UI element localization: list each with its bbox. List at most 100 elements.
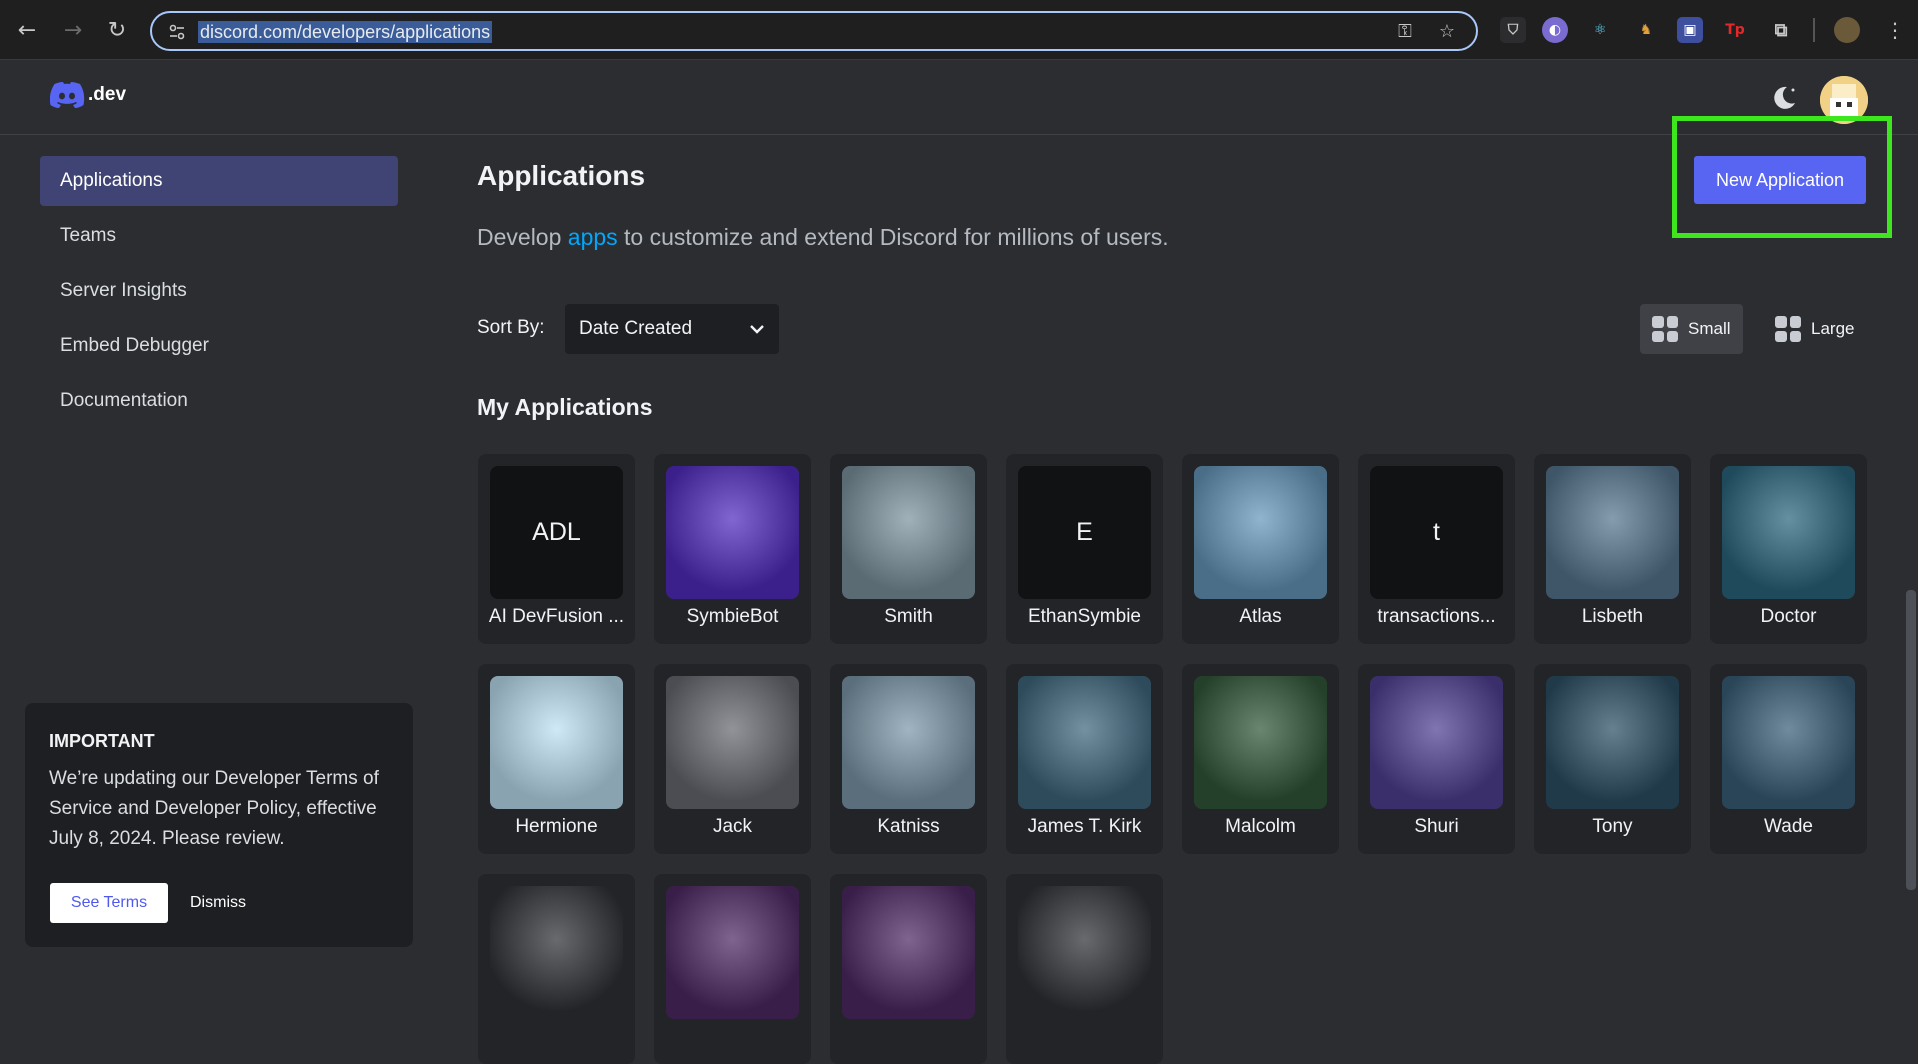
sidebar-item-embed-debugger[interactable]: Embed Debugger — [40, 321, 398, 371]
ghost-extension-icon[interactable]: ◐ — [1542, 17, 1568, 43]
page-title: Applications — [477, 160, 646, 191]
kebab-menu-icon[interactable]: ⋮ — [1878, 13, 1912, 47]
app-card[interactable]: t transactions... — [1358, 454, 1515, 644]
reload-icon[interactable]: ↻ — [100, 13, 134, 47]
back-icon[interactable]: ← — [10, 13, 44, 47]
sidebar-item-documentation[interactable]: Documentation — [40, 376, 398, 426]
see-terms-button[interactable]: See Terms — [50, 883, 168, 923]
page-scrollbar[interactable] — [1906, 590, 1916, 890]
app-name: SymbieBot — [686, 606, 779, 627]
app-name: Jack — [712, 816, 753, 837]
app-initials: E — [1076, 518, 1093, 546]
logo-text: .dev — [88, 84, 127, 105]
url-text[interactable]: discord.com/developers/applications — [198, 21, 493, 43]
site-header: .dev — [0, 60, 1918, 135]
browser-toolbar: ← → ↻ discord.com/developers/application… — [0, 0, 1918, 60]
sidebar-item-applications[interactable]: Applications — [40, 156, 398, 206]
app-icon — [666, 676, 799, 809]
app-name: transactions... — [1377, 606, 1496, 627]
app-name: Hermione — [515, 816, 598, 837]
shield-extension-icon[interactable]: ⛉ — [1500, 17, 1526, 43]
camel-extension-icon[interactable]: ♞ — [1633, 17, 1659, 43]
apps-link[interactable]: apps — [568, 224, 618, 250]
sidebar-item-teams[interactable]: Teams — [40, 211, 398, 261]
app-card[interactable]: Hermione — [478, 664, 635, 854]
tp-extension-icon[interactable]: Tp — [1722, 17, 1748, 43]
app-name: James T. Kirk — [1027, 816, 1142, 837]
app-card[interactable]: Katniss — [830, 664, 987, 854]
app-icon — [666, 886, 799, 1019]
subtitle-text-end: to customize and extend Discord for mill… — [617, 224, 1169, 250]
app-card[interactable]: SymbieBot — [654, 454, 811, 644]
app-icon — [490, 676, 623, 809]
app-icon — [842, 676, 975, 809]
subtitle-text-start: Develop — [477, 224, 568, 250]
app-card[interactable]: Jack — [654, 664, 811, 854]
app-card[interactable]: Atlas — [1182, 454, 1339, 644]
profile-avatar[interactable] — [1834, 17, 1860, 43]
app-icon — [1018, 676, 1151, 809]
app-card[interactable]: Tony — [1534, 664, 1691, 854]
app-card[interactable]: Smith — [830, 454, 987, 644]
app-card[interactable]: Malcolm — [1182, 664, 1339, 854]
app-icon: E — [1018, 466, 1151, 599]
extensions-puzzle-icon[interactable]: ⧉ — [1768, 17, 1794, 43]
app-icon — [666, 466, 799, 599]
app-icon — [1546, 466, 1679, 599]
sort-by-value: Date Created — [579, 318, 693, 339]
app-icon — [1370, 676, 1503, 809]
view-small-label: Small — [1688, 319, 1731, 338]
app-name: Shuri — [1414, 816, 1459, 837]
toolbar-divider — [1813, 18, 1815, 42]
app-card[interactable]: Shuri — [1358, 664, 1515, 854]
app-icon — [490, 886, 623, 1019]
app-card[interactable]: James T. Kirk — [1006, 664, 1163, 854]
app-icon: t — [1370, 466, 1503, 599]
notice-title: IMPORTANT — [49, 731, 155, 751]
app-name: Wade — [1764, 816, 1813, 837]
app-card[interactable]: Lisbeth — [1534, 454, 1691, 644]
bookmark-star-icon[interactable]: ☆ — [1436, 21, 1458, 43]
page-subtitle: Develop apps to customize and extend Dis… — [477, 224, 1169, 251]
app-name: Lisbeth — [1581, 606, 1644, 627]
app-name: EthanSymbie — [1027, 606, 1141, 627]
notice-body: We’re updating our Developer Terms of Se… — [49, 768, 379, 849]
grid-small-icon — [1652, 316, 1678, 342]
discord-dev-logo[interactable]: .dev — [50, 82, 126, 108]
app-card[interactable]: Doctor — [1710, 454, 1867, 644]
app-name: Smith — [884, 606, 933, 627]
important-notice: IMPORTANT We’re updating our Developer T… — [25, 703, 413, 947]
app-card[interactable] — [654, 874, 811, 1064]
app-icon — [1722, 676, 1855, 809]
view-small-button[interactable]: Small — [1640, 304, 1743, 354]
app-card[interactable] — [1006, 874, 1163, 1064]
site-settings-icon[interactable] — [168, 23, 186, 41]
screen-extension-icon[interactable]: ▣ — [1677, 17, 1703, 43]
moon-icon[interactable] — [1770, 84, 1798, 112]
app-icon — [1018, 886, 1151, 1019]
sidebar-item-server-insights[interactable]: Server Insights — [40, 266, 398, 316]
app-card[interactable] — [830, 874, 987, 1064]
dismiss-button[interactable]: Dismiss — [190, 883, 246, 923]
app-name: Tony — [1592, 816, 1633, 837]
app-card[interactable] — [478, 874, 635, 1064]
app-card[interactable]: ADL AI DevFusion ... — [478, 454, 635, 644]
app-initials: t — [1433, 518, 1440, 546]
sort-by-label: Sort By: — [477, 317, 545, 338]
react-extension-icon[interactable]: ⚛ — [1587, 17, 1613, 43]
app-card[interactable]: Wade — [1710, 664, 1867, 854]
view-large-button[interactable]: Large — [1763, 304, 1866, 354]
forward-icon[interactable]: → — [56, 13, 90, 47]
app-name: Malcolm — [1225, 816, 1296, 837]
key-icon[interactable]: ⚿ — [1394, 21, 1416, 43]
app-icon — [1546, 676, 1679, 809]
view-large-label: Large — [1811, 319, 1855, 338]
sort-by-select[interactable]: Date Created — [565, 304, 779, 354]
app-name: AI DevFusion ... — [488, 606, 625, 627]
app-icon — [842, 466, 975, 599]
app-card[interactable]: E EthanSymbie — [1006, 454, 1163, 644]
chevron-down-icon — [750, 325, 764, 334]
app-icon — [842, 886, 975, 1019]
highlight-box — [1672, 116, 1892, 238]
address-bar[interactable]: discord.com/developers/applications ⚿ ☆ — [150, 11, 1478, 51]
